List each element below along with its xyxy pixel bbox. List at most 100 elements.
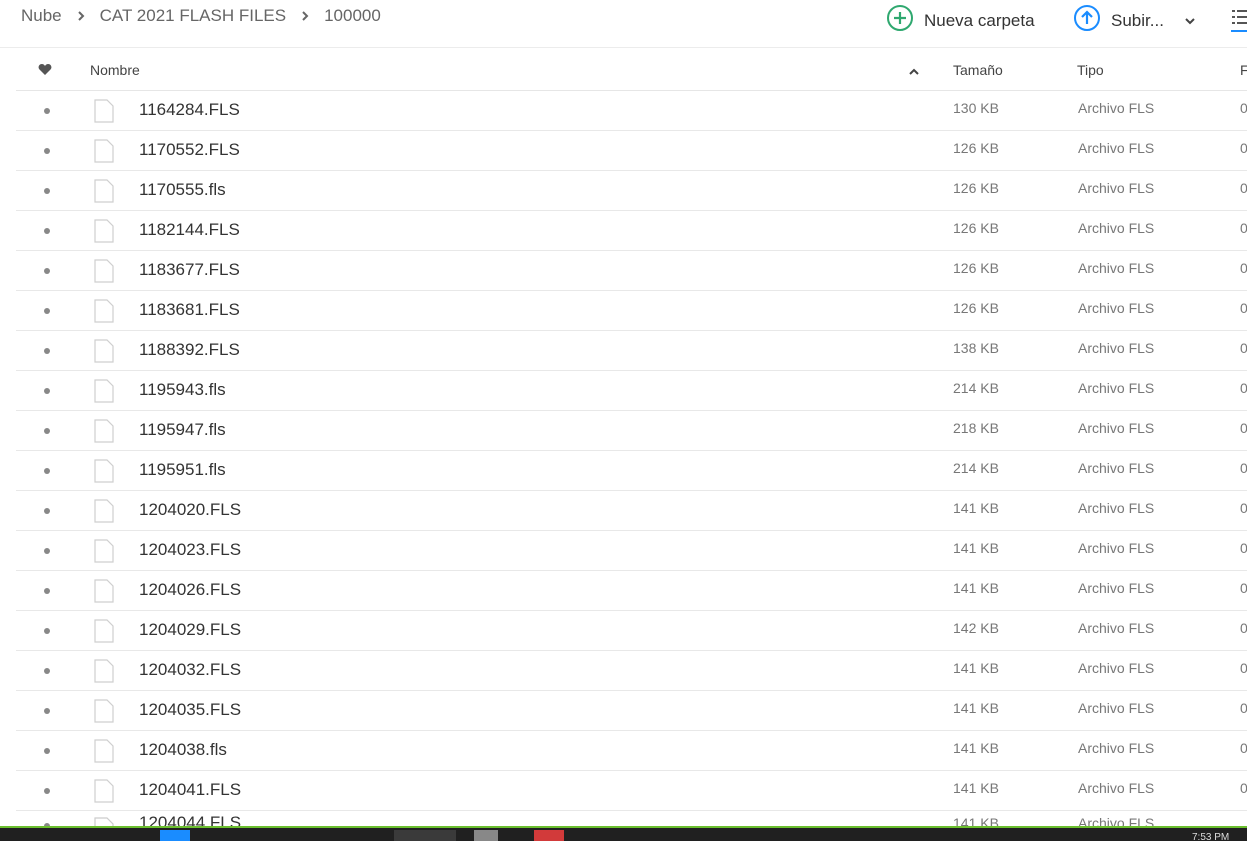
file-type: Archivo FLS (1078, 420, 1155, 436)
new-folder-label: Nueva carpeta (924, 10, 1035, 30)
breadcrumb-item-folder[interactable]: CAT 2021 FLASH FILES (100, 6, 286, 26)
file-type: Archivo FLS (1078, 500, 1155, 516)
column-header-type[interactable]: Tipo (1077, 62, 1104, 78)
file-type: Archivo FLS (1078, 140, 1155, 156)
row-bullet (44, 748, 50, 754)
file-icon (94, 739, 114, 768)
file-name[interactable]: 1195943.fls (139, 380, 226, 400)
file-size: 141 KB (953, 700, 999, 716)
file-name[interactable]: 1164284.FLS (139, 100, 240, 120)
file-name[interactable]: 1188392.FLS (139, 340, 240, 360)
table-row[interactable]: 1204038.fls 141 KB Archivo FLS 0 (16, 731, 1247, 771)
file-size: 141 KB (953, 660, 999, 676)
file-icon (94, 459, 114, 488)
table-row[interactable]: 1183681.FLS 126 KB Archivo FLS 0 (16, 291, 1247, 331)
table-row[interactable]: 1204041.FLS 141 KB Archivo FLS 0 (16, 771, 1247, 811)
file-type: Archivo FLS (1078, 180, 1155, 196)
file-extra-truncated: 0 (1240, 260, 1247, 276)
chevron-down-icon[interactable] (1184, 11, 1196, 31)
chevron-right-icon (294, 6, 316, 26)
file-size: 141 KB (953, 740, 999, 756)
file-icon (94, 779, 114, 808)
file-name[interactable]: 1170552.FLS (139, 140, 240, 160)
sort-ascending-icon[interactable] (908, 64, 920, 80)
column-header-size[interactable]: Tamaño (953, 62, 1003, 78)
file-extra-truncated: 0 (1240, 580, 1247, 596)
file-type: Archivo FLS (1078, 260, 1155, 276)
breadcrumb-item-root[interactable]: Nube (21, 6, 62, 26)
column-header-name[interactable]: Nombre (90, 62, 140, 78)
file-name[interactable]: 1195947.fls (139, 420, 226, 440)
table-row[interactable]: 1170555.fls 126 KB Archivo FLS 0 (16, 171, 1247, 211)
table-row[interactable]: 1204032.FLS 141 KB Archivo FLS 0 (16, 651, 1247, 691)
row-bullet (44, 148, 50, 154)
file-name[interactable]: 1195951.fls (139, 460, 226, 480)
table-row[interactable]: 1204023.FLS 141 KB Archivo FLS 0 (16, 531, 1247, 571)
file-extra-truncated: 0 (1240, 380, 1247, 396)
file-type: Archivo FLS (1078, 300, 1155, 316)
table-row[interactable]: 1195951.fls 214 KB Archivo FLS 0 (16, 451, 1247, 491)
file-name[interactable]: 1183681.FLS (139, 300, 240, 320)
file-type: Archivo FLS (1078, 220, 1155, 236)
table-row[interactable]: 1195947.fls 218 KB Archivo FLS 0 (16, 411, 1247, 451)
file-name[interactable]: 1183677.FLS (139, 260, 240, 280)
file-name[interactable]: 1170555.fls (139, 180, 226, 200)
file-icon (94, 179, 114, 208)
file-name[interactable]: 1204038.fls (139, 740, 227, 760)
file-type: Archivo FLS (1078, 740, 1155, 756)
file-size: 142 KB (953, 620, 999, 636)
file-name[interactable]: 1204032.FLS (139, 660, 241, 680)
table-row[interactable]: 1204029.FLS 142 KB Archivo FLS 0 (16, 611, 1247, 651)
table-row[interactable]: 1204035.FLS 141 KB Archivo FLS 0 (16, 691, 1247, 731)
file-size: 126 KB (953, 260, 999, 276)
row-bullet (44, 348, 50, 354)
row-bullet (44, 668, 50, 674)
table-row[interactable]: 1188392.FLS 138 KB Archivo FLS 0 (16, 331, 1247, 371)
column-header-truncated[interactable]: F (1240, 62, 1247, 78)
table-row[interactable]: 1183677.FLS 126 KB Archivo FLS 0 (16, 251, 1247, 291)
file-extra-truncated: 0 (1240, 420, 1247, 436)
row-bullet (44, 788, 50, 794)
taskbar-app-icon[interactable] (474, 830, 498, 841)
taskbar-app-icon[interactable] (534, 830, 564, 841)
row-bullet (44, 228, 50, 234)
table-row[interactable]: 1164284.FLS 130 KB Archivo FLS 0 (16, 91, 1247, 131)
table-header: Nombre Tamaño Tipo F (16, 48, 1247, 91)
file-icon (94, 99, 114, 128)
top-bar: Nube CAT 2021 FLASH FILES 100000 Nueva c… (0, 0, 1247, 48)
heart-icon[interactable] (38, 63, 52, 79)
file-extra-truncated: 0 (1240, 740, 1247, 756)
file-name[interactable]: 1204026.FLS (139, 580, 241, 600)
file-size: 126 KB (953, 300, 999, 316)
taskbar-app-icon-active[interactable] (394, 830, 456, 841)
file-type: Archivo FLS (1078, 340, 1155, 356)
file-name[interactable]: 1182144.FLS (139, 220, 240, 240)
file-name[interactable]: 1204029.FLS (139, 620, 241, 640)
upload-button[interactable]: Subir... (1073, 4, 1196, 37)
file-extra-truncated: 0 (1240, 340, 1247, 356)
table-row-partial[interactable]: 1204044.FLS 141 KB Archivo FLS (16, 811, 1247, 827)
table-row[interactable]: 1204026.FLS 141 KB Archivo FLS 0 (16, 571, 1247, 611)
table-row[interactable]: 1204020.FLS 141 KB Archivo FLS 0 (16, 491, 1247, 531)
breadcrumb-item-current[interactable]: 100000 (324, 6, 381, 26)
file-size: 141 KB (953, 780, 999, 796)
file-name[interactable]: 1204041.FLS (139, 780, 241, 800)
file-size: 141 KB (953, 540, 999, 556)
taskbar-app-icon[interactable] (160, 830, 190, 841)
row-bullet (44, 468, 50, 474)
file-name[interactable]: 1204023.FLS (139, 540, 241, 560)
file-icon (94, 379, 114, 408)
file-extra-truncated: 0 (1240, 460, 1247, 476)
file-type: Archivo FLS (1078, 460, 1155, 476)
table-row[interactable]: 1170552.FLS 126 KB Archivo FLS 0 (16, 131, 1247, 171)
file-type: Archivo FLS (1078, 380, 1155, 396)
new-folder-button[interactable]: Nueva carpeta (886, 4, 1035, 37)
file-type: Archivo FLS (1078, 620, 1155, 636)
file-size: 138 KB (953, 340, 999, 356)
table-row[interactable]: 1195943.fls 214 KB Archivo FLS 0 (16, 371, 1247, 411)
file-name[interactable]: 1204020.FLS (139, 500, 241, 520)
file-name[interactable]: 1204044.FLS (139, 813, 241, 827)
table-row[interactable]: 1182144.FLS 126 KB Archivo FLS 0 (16, 211, 1247, 251)
file-icon (94, 499, 114, 528)
file-name[interactable]: 1204035.FLS (139, 700, 241, 720)
